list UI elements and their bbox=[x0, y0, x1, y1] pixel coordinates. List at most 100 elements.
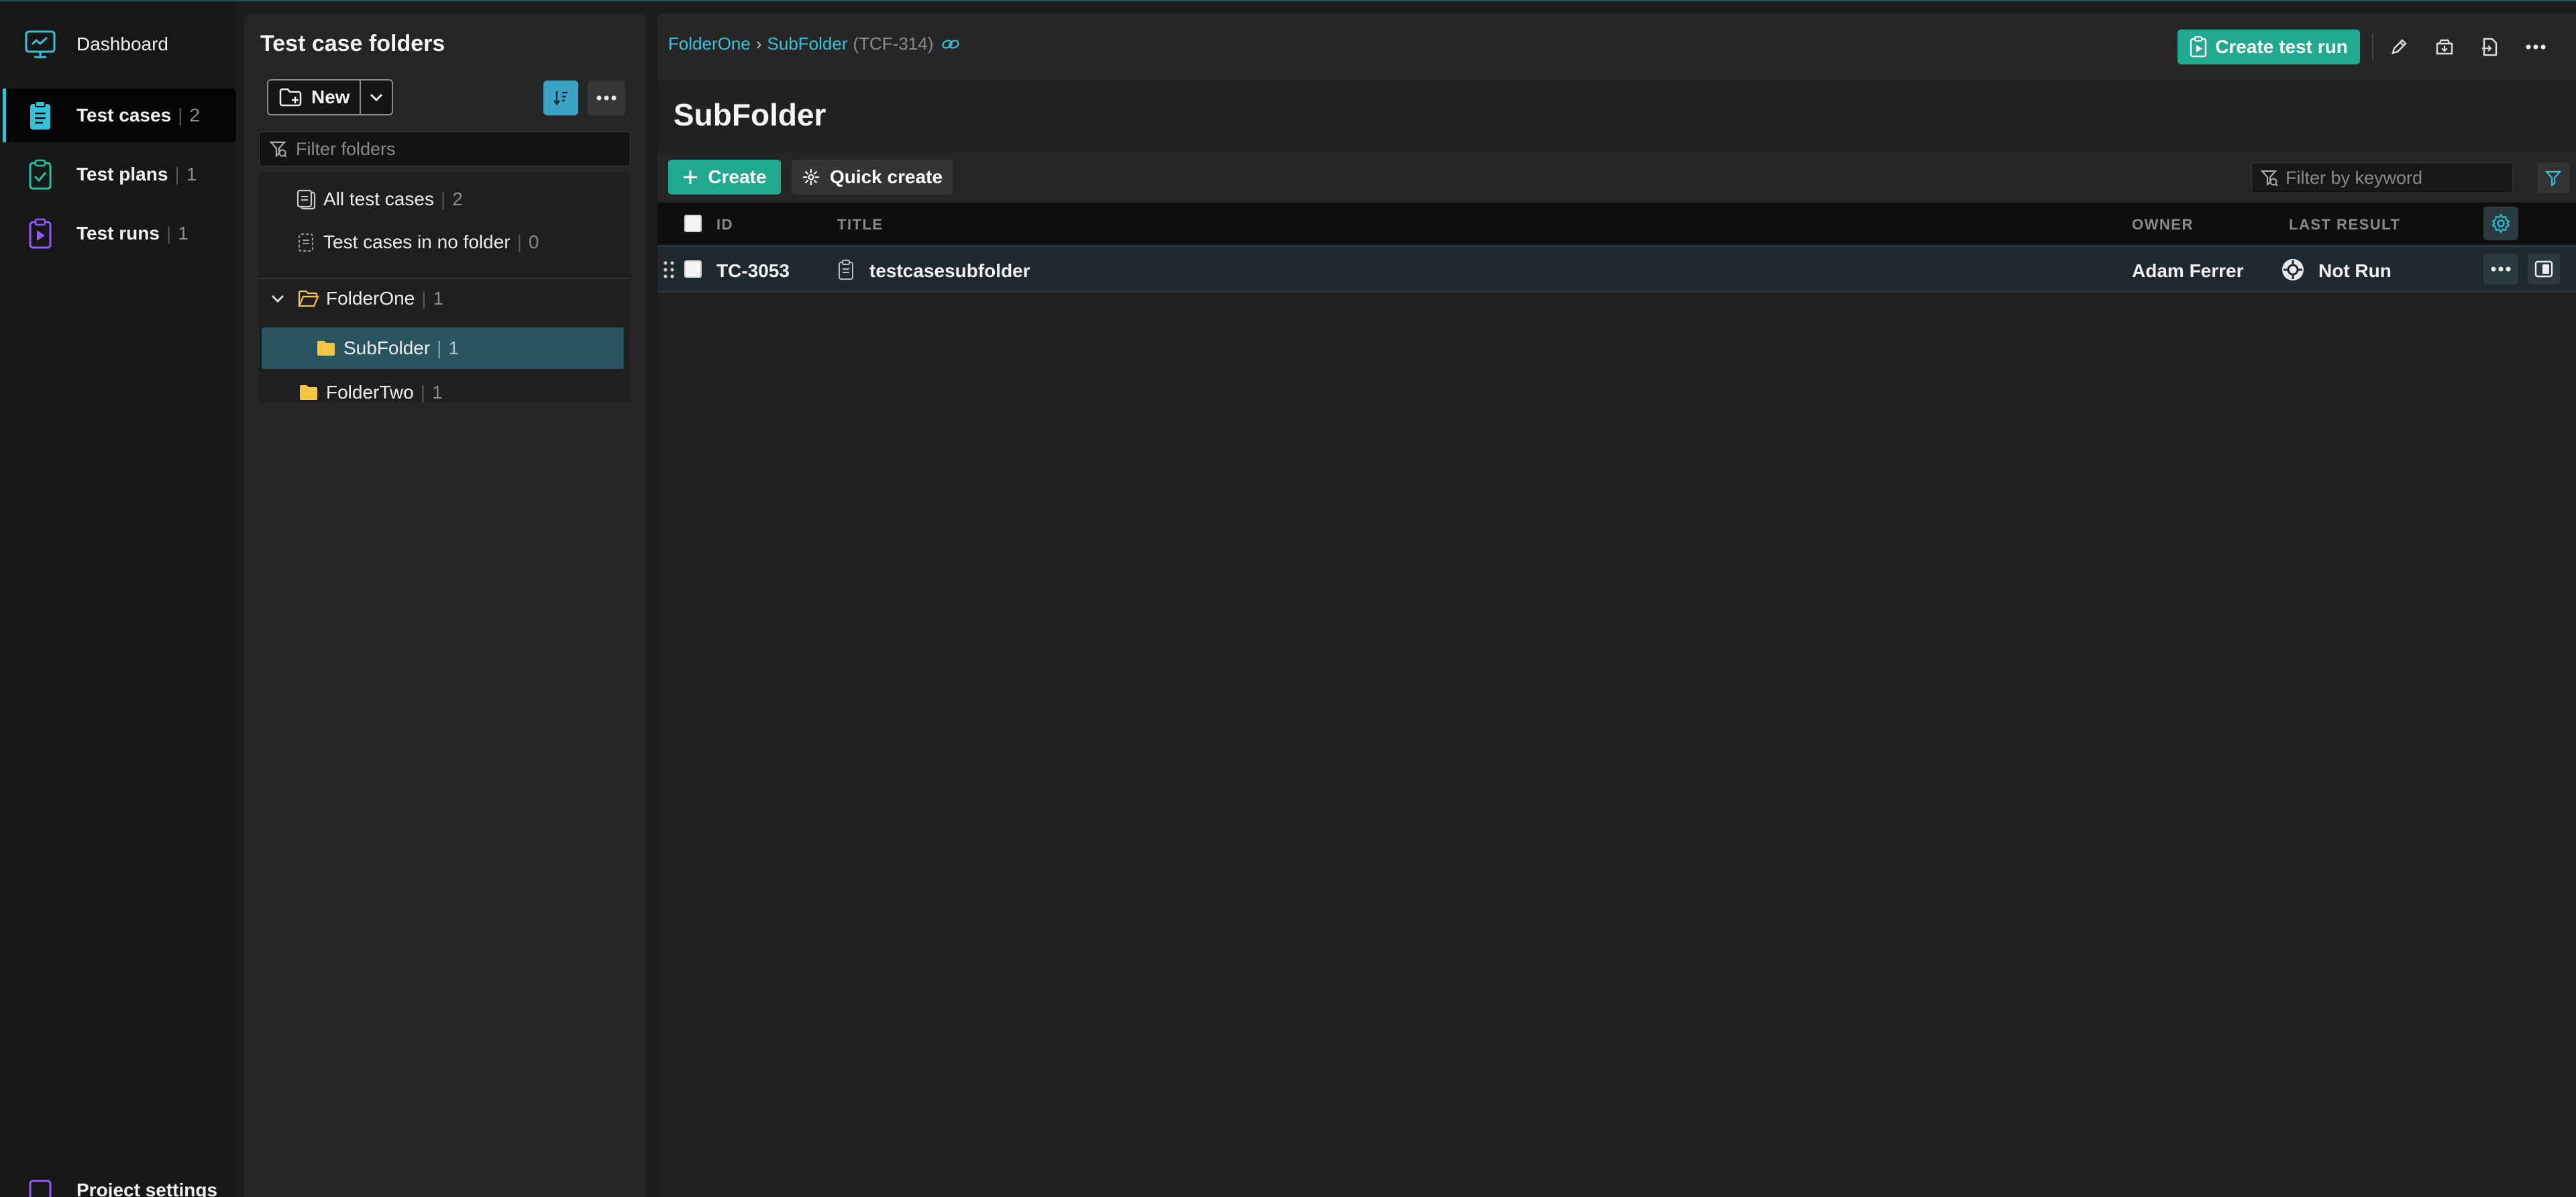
tree-no-folder-label: Test cases in no folder bbox=[323, 231, 511, 252]
filter-icon bbox=[269, 140, 288, 158]
folders-panel: Test case folders New Filter folders All… bbox=[244, 13, 645, 1197]
create-button[interactable]: Create bbox=[668, 160, 781, 195]
nav-test-runs[interactable]: Test runs | 1 bbox=[3, 207, 236, 260]
folder-open-icon bbox=[297, 287, 321, 311]
test-case-icon bbox=[837, 259, 855, 280]
tree-folder-two-label: FolderTwo bbox=[326, 382, 414, 403]
folders-more-button[interactable] bbox=[588, 81, 625, 115]
nav-dashboard-label: Dashboard bbox=[76, 34, 168, 54]
tree-folder-one-count: 1 bbox=[433, 288, 444, 309]
row-checkbox[interactable] bbox=[684, 260, 702, 278]
clipboards-icon bbox=[294, 187, 318, 211]
filter-folders-input[interactable]: Filter folders bbox=[259, 132, 631, 166]
gear-icon bbox=[2491, 213, 2511, 233]
separator: | bbox=[517, 231, 522, 252]
edit-button[interactable] bbox=[2383, 31, 2415, 63]
create-test-run-button[interactable]: Create test run bbox=[2178, 30, 2360, 64]
breadcrumb-parent[interactable]: FolderOne bbox=[668, 34, 751, 54]
link-icon[interactable] bbox=[941, 38, 960, 50]
main-panel: FolderOne › SubFolder (TCF-314) Create t… bbox=[657, 13, 2576, 1197]
separator: | bbox=[178, 105, 183, 125]
filter-folders-placeholder: Filter folders bbox=[296, 138, 396, 159]
row-id[interactable]: TC-3053 bbox=[716, 260, 790, 282]
row-title[interactable]: testcasesubfolder bbox=[869, 260, 1030, 282]
column-last-result[interactable]: LAST RESULT bbox=[2289, 216, 2400, 233]
archive-icon bbox=[2435, 38, 2454, 56]
sort-icon bbox=[551, 89, 570, 107]
tree-all-count: 2 bbox=[452, 189, 463, 209]
tree-folder-one[interactable]: FolderOne | 1 bbox=[266, 278, 443, 319]
filter-icon bbox=[2260, 168, 2279, 187]
dashboard-icon bbox=[23, 27, 58, 62]
clipboard-play-icon bbox=[23, 216, 58, 251]
nav-test-plans-count: 1 bbox=[186, 164, 197, 185]
toolbar-divider bbox=[2372, 34, 2373, 60]
column-title[interactable]: TITLE bbox=[837, 216, 883, 233]
folder-icon bbox=[314, 336, 338, 360]
separator: | bbox=[437, 337, 442, 358]
quick-create-label: Quick create bbox=[829, 166, 943, 187]
tree-folder-one-label: FolderOne bbox=[326, 288, 415, 309]
nav-test-cases-count: 2 bbox=[189, 105, 200, 125]
more-horizontal-icon bbox=[596, 95, 616, 101]
not-run-icon bbox=[2281, 258, 2305, 282]
table-row[interactable]: TC-3053 testcasesubfolder Adam Ferrer No… bbox=[657, 246, 2576, 293]
nav-test-plans[interactable]: Test plans | 1 bbox=[3, 148, 236, 201]
table-toolbar: Create Quick create Filter by keyword bbox=[657, 153, 2576, 201]
new-folder-icon bbox=[279, 87, 302, 107]
tree-all-label: All test cases bbox=[323, 189, 434, 209]
separator: | bbox=[420, 382, 425, 403]
nav-test-plans-label: Test plans bbox=[76, 164, 168, 185]
folder-tree: All test cases | 2 Test cases in no fold… bbox=[259, 172, 631, 403]
new-folder-button[interactable]: New bbox=[267, 79, 361, 115]
chevron-down-icon bbox=[369, 93, 384, 102]
breadcrumb: FolderOne › SubFolder (TCF-314) bbox=[668, 34, 960, 54]
funnel-icon bbox=[2544, 169, 2562, 187]
column-id[interactable]: ID bbox=[716, 216, 733, 233]
column-owner[interactable]: OWNER bbox=[2132, 216, 2194, 233]
tree-folder-two[interactable]: FolderTwo | 1 bbox=[297, 372, 443, 413]
clipboard-check-icon bbox=[23, 157, 58, 192]
table-header: ID TITLE OWNER LAST RESULT bbox=[657, 203, 2576, 244]
side-panel-icon bbox=[2534, 260, 2553, 278]
clipboard-icon bbox=[23, 98, 58, 133]
row-open-panel-button[interactable] bbox=[2528, 254, 2560, 284]
quick-create-button[interactable]: Quick create bbox=[792, 160, 953, 195]
export-button[interactable] bbox=[2474, 31, 2506, 63]
breadcrumb-current[interactable]: SubFolder bbox=[767, 34, 848, 54]
create-test-run-label: Create test run bbox=[2215, 36, 2348, 57]
separator: | bbox=[421, 288, 427, 309]
more-horizontal-icon bbox=[2491, 266, 2511, 272]
plus-icon bbox=[682, 169, 698, 185]
folders-title: Test case folders bbox=[260, 31, 445, 56]
main-more-button[interactable] bbox=[2520, 31, 2552, 63]
nav-project-settings[interactable]: Project settings bbox=[3, 1177, 236, 1197]
nav-dashboard[interactable]: Dashboard bbox=[3, 17, 236, 71]
column-settings-button[interactable] bbox=[2483, 207, 2518, 240]
chevron-down-icon[interactable] bbox=[266, 287, 290, 311]
row-more-button[interactable] bbox=[2483, 254, 2518, 284]
select-all-checkbox[interactable] bbox=[684, 215, 702, 232]
clipboard-play-icon bbox=[2190, 36, 2207, 58]
advanced-filter-button[interactable] bbox=[2537, 162, 2569, 193]
nav-test-cases[interactable]: Test cases | 2 bbox=[3, 89, 236, 142]
tree-subfolder[interactable]: SubFolder | 1 bbox=[262, 327, 624, 369]
keyword-placeholder: Filter by keyword bbox=[2286, 167, 2423, 188]
tree-no-folder-count: 0 bbox=[528, 231, 539, 252]
tree-all-test-cases[interactable]: All test cases | 2 bbox=[294, 178, 463, 220]
drag-handle-icon[interactable] bbox=[663, 260, 675, 279]
nav-test-runs-label: Test runs bbox=[76, 223, 160, 244]
tree-no-folder[interactable]: Test cases in no folder | 0 bbox=[294, 221, 539, 263]
sort-folders-button[interactable] bbox=[543, 81, 578, 115]
new-dropdown-button[interactable] bbox=[360, 79, 393, 115]
separator: | bbox=[174, 164, 180, 185]
top-bar: FolderOne › SubFolder (TCF-314) Create t… bbox=[657, 13, 2576, 81]
clipboard-dashed-icon bbox=[294, 230, 318, 254]
create-label: Create bbox=[708, 166, 767, 187]
filter-by-keyword-input[interactable]: Filter by keyword bbox=[2251, 162, 2513, 193]
breadcrumb-separator: › bbox=[755, 34, 762, 54]
more-horizontal-icon bbox=[2526, 44, 2546, 50]
archive-button[interactable] bbox=[2428, 31, 2461, 63]
tree-folder-two-count: 1 bbox=[432, 382, 443, 403]
new-folder-label: New bbox=[311, 87, 350, 107]
